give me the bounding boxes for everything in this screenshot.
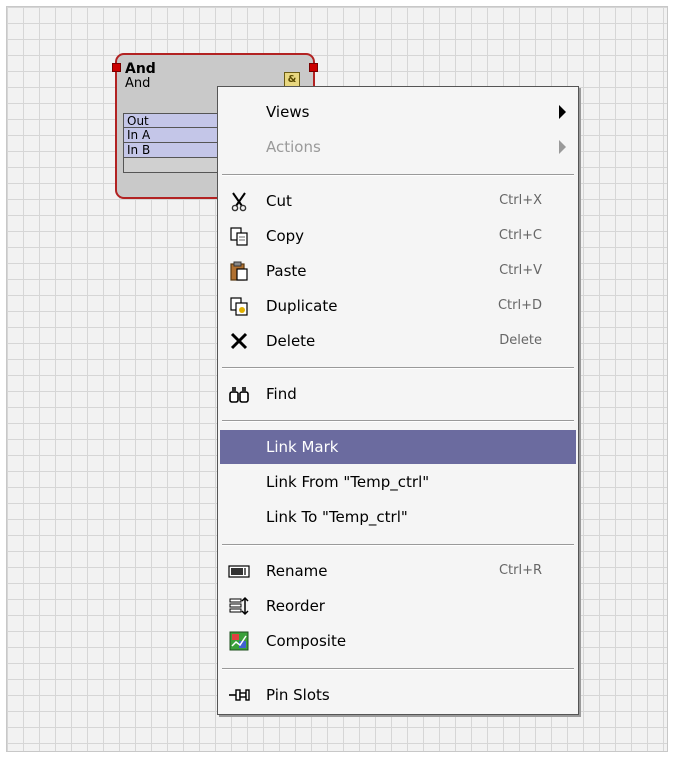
menu-item-label: Duplicate — [266, 297, 338, 315]
menu-item-label: Views — [266, 103, 310, 121]
menu-item-cut[interactable]: Cut Ctrl+X — [220, 184, 576, 218]
menu-item-label: Composite — [266, 632, 347, 650]
delete-x-icon — [230, 332, 248, 350]
menu-shortcut: Ctrl+R — [498, 563, 542, 578]
menu-item-copy[interactable]: Copy Ctrl+C — [220, 219, 576, 253]
menu-item-label: Pin Slots — [266, 686, 330, 704]
menu-shortcut: Ctrl+V — [499, 263, 542, 278]
menu-item-delete[interactable]: Delete Delete — [220, 324, 576, 358]
node-type: And — [125, 76, 151, 91]
copy-icon — [230, 227, 248, 246]
menu-item-composite[interactable]: Composite — [220, 624, 576, 658]
menu-item-paste[interactable]: Paste Ctrl+V — [220, 254, 576, 288]
menu-item-label: Reorder — [266, 597, 325, 615]
composite-icon — [229, 631, 249, 651]
menu-shortcut: Ctrl+X — [499, 193, 542, 208]
menu-item-label: Link From "Temp_ctrl" — [266, 473, 430, 491]
menu-item-actions[interactable]: Actions — [220, 130, 576, 164]
menu-item-label: Cut — [266, 192, 292, 210]
scissors-icon — [231, 192, 247, 212]
menu-separator — [222, 544, 574, 546]
input-pin[interactable] — [112, 63, 121, 72]
menu-item-pin-slots[interactable]: Pin Slots — [220, 678, 576, 712]
menu-shortcut: Ctrl+D — [497, 298, 542, 313]
menu-item-link-from[interactable]: Link From "Temp_ctrl" — [220, 465, 576, 499]
output-pin[interactable] — [309, 63, 318, 72]
menu-item-label: Actions — [266, 138, 321, 156]
menu-item-label: Rename — [266, 562, 328, 580]
menu-item-label: Paste — [266, 262, 307, 280]
reorder-icon — [229, 596, 249, 616]
binoculars-icon — [229, 387, 249, 403]
menu-separator — [222, 367, 574, 369]
menu-item-link-mark[interactable]: Link Mark — [220, 430, 576, 464]
menu-shortcut: Ctrl+C — [498, 228, 542, 243]
menu-item-duplicate[interactable]: Duplicate Ctrl+D — [220, 289, 576, 323]
menu-item-label: Find — [266, 385, 297, 403]
pin-icon — [229, 689, 250, 701]
duplicate-icon — [230, 297, 248, 316]
menu-item-reorder[interactable]: Reorder — [220, 589, 576, 623]
menu-separator — [222, 174, 574, 176]
paste-icon — [230, 261, 248, 281]
menu-shortcut: Delete — [499, 333, 542, 348]
menu-item-views[interactable]: Views — [220, 95, 576, 129]
menu-item-link-to[interactable]: Link To "Temp_ctrl" — [220, 500, 576, 534]
menu-item-label: Copy — [266, 227, 305, 245]
menu-item-find[interactable]: Find — [220, 377, 576, 411]
node-title: And — [125, 61, 156, 77]
context-menu: Views Actions Cut Ctrl+X Copy Ctrl+C Pas… — [217, 86, 579, 715]
submenu-arrow-icon — [559, 140, 566, 154]
menu-separator — [222, 420, 574, 422]
submenu-arrow-icon — [559, 105, 566, 119]
menu-item-label: Link Mark — [266, 438, 339, 456]
menu-item-rename[interactable]: Rename Ctrl+R — [220, 554, 576, 588]
menu-separator — [222, 668, 574, 670]
rename-icon — [228, 565, 250, 578]
menu-item-label: Delete — [266, 332, 316, 350]
menu-item-label: Link To "Temp_ctrl" — [266, 508, 408, 526]
